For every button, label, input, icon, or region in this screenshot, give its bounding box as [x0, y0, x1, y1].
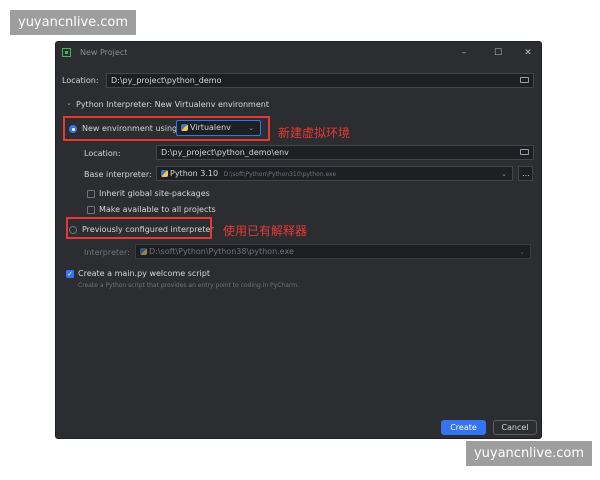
browse-location-folder-icon[interactable] [520, 77, 529, 83]
watermark-top: yuyancnlive.com [10, 10, 137, 35]
window-title: New Project [80, 48, 128, 57]
cancel-button[interactable]: Cancel [493, 420, 537, 435]
base-interpreter-label: Base interpreter: [84, 170, 152, 179]
make-available-label: Make available to all projects [99, 205, 216, 214]
welcome-script-label: Create a main.py welcome script [78, 269, 210, 278]
project-location-field[interactable]: D:\py_project\python_demo [106, 73, 534, 88]
location-label: Location: [62, 76, 99, 85]
interpreter-value: D:\soft\Python\Python38\python.exe [149, 247, 294, 256]
new-project-dialog: New Project – ☐ ✕ Location: D:\py_projec… [55, 41, 542, 439]
create-button[interactable]: Create [441, 420, 486, 435]
interpreter-label: Interpreter: [84, 248, 130, 257]
existing-interpreter-annotation: 使用已有解释器 [223, 224, 308, 238]
base-interpreter-name: Python 3.10 [170, 169, 219, 178]
python-icon [140, 248, 147, 255]
existing-interpreter-highlight-box [66, 217, 212, 239]
collapse-chevron-icon[interactable]: ⌄ [66, 99, 72, 107]
base-interpreter-select[interactable]: Python 3.10 D:\soft\Python\Python310\pyt… [156, 166, 513, 181]
pycharm-logo-icon [62, 48, 71, 57]
new-env-highlight-box [63, 116, 270, 141]
watermark-bottom: yuyancnlive.com [465, 441, 592, 466]
make-available-checkbox[interactable] [87, 206, 95, 214]
minimize-button[interactable]: – [456, 46, 472, 60]
chevron-down-icon: ⌄ [501, 170, 507, 178]
interpreter-section-title[interactable]: Python Interpreter: New Virtualenv envir… [76, 100, 269, 109]
inherit-packages-label: Inherit global site-packages [99, 189, 210, 198]
project-location-value: D:\py_project\python_demo [111, 76, 222, 85]
env-location-label: Location: [84, 149, 121, 158]
close-button[interactable]: ✕ [520, 46, 536, 60]
welcome-script-checkbox[interactable]: ✓ [66, 270, 74, 278]
chevron-down-icon: ⌄ [519, 248, 525, 256]
title-bar: New Project – ☐ ✕ [56, 42, 541, 64]
browse-env-folder-icon[interactable] [520, 149, 529, 155]
inherit-packages-checkbox[interactable] [87, 190, 95, 198]
base-interpreter-path: D:\soft\Python\Python310\python.exe [223, 171, 337, 178]
interpreter-select[interactable]: D:\soft\Python\Python38\python.exe ⌄ [135, 244, 531, 259]
env-location-value: D:\py_project\python_demo\env [161, 148, 289, 157]
welcome-script-hint: Create a Python script that provides an … [78, 282, 300, 289]
env-location-field[interactable]: D:\py_project\python_demo\env [156, 145, 534, 160]
browse-interpreter-button[interactable]: … [518, 166, 533, 181]
new-env-annotation: 新建虚拟环境 [278, 126, 351, 140]
python-icon [161, 170, 168, 177]
maximize-button[interactable]: ☐ [490, 46, 506, 60]
